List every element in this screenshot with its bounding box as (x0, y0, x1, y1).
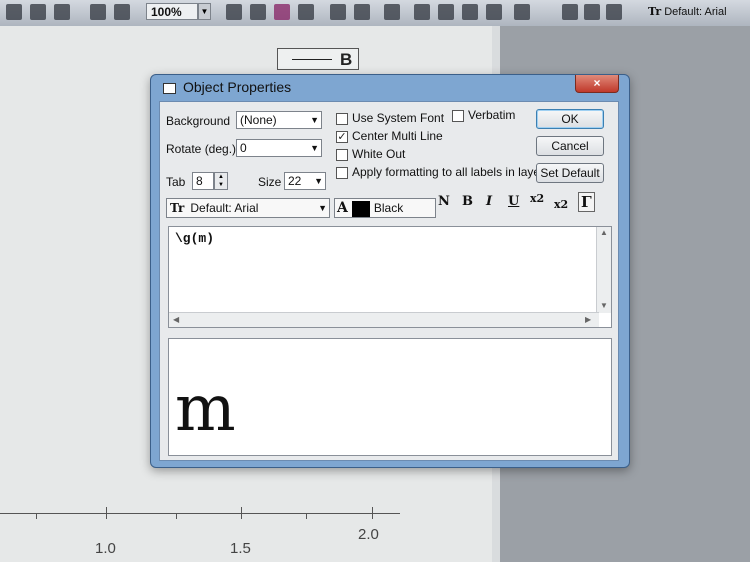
editor-horizontal-scrollbar[interactable]: ◀ ▶ (169, 312, 599, 327)
close-button[interactable]: × (575, 75, 619, 93)
toolbar-graph-icon[interactable] (6, 4, 22, 20)
background-value: (None) (240, 113, 277, 127)
x-minor-tick (176, 513, 177, 519)
center-multi-line-label: Center Multi Line (352, 129, 443, 143)
dialog-title: Object Properties (183, 79, 292, 95)
legend-line-symbol (292, 59, 332, 60)
toolbar-monitor-icon[interactable] (250, 4, 266, 20)
color-swatch (352, 201, 370, 217)
toolbar-gear-icon[interactable] (486, 4, 502, 20)
color-select[interactable]: A Black (334, 198, 436, 218)
x-minor-tick (36, 513, 37, 519)
size-select[interactable]: 22 ▼ (284, 172, 326, 190)
normal-button[interactable]: N (438, 194, 450, 209)
rotate-select[interactable]: 0 ▼ (236, 139, 322, 157)
tab-input[interactable]: 8 (192, 172, 214, 190)
background-select[interactable]: (None) ▼ (236, 111, 322, 129)
greek-button[interactable]: Γ (578, 192, 595, 212)
x-tick-label: 1.5 (230, 540, 251, 557)
toolbar-add-icon[interactable] (514, 4, 530, 20)
x-axis-line[interactable] (0, 513, 400, 514)
italic-button[interactable]: I (486, 194, 492, 209)
tab-label: Tab (166, 175, 186, 189)
x-tick-label: 2.0 (358, 526, 379, 543)
toolbar-image-icon[interactable] (414, 4, 430, 20)
x-major-tick (372, 507, 373, 519)
toolbar-note-icon[interactable] (462, 4, 478, 20)
dialog-body: Background (None) ▼ Rotate (deg.) 0 ▼ Tab … (159, 101, 619, 461)
chevron-down-icon: ▼ (310, 143, 319, 153)
verbatim-checkbox[interactable] (452, 110, 464, 122)
apply-formatting-label: Apply formatting to all labels in layer (352, 165, 545, 179)
underline-button[interactable]: U (508, 194, 519, 209)
toolbar-redraw-icon[interactable] (606, 4, 622, 20)
label-preview: m (168, 338, 612, 456)
toolbar-font-combo[interactable]: Tr Default: Arial (648, 3, 727, 21)
toolbar-worksheet-icon-2[interactable] (54, 4, 70, 20)
editor-vertical-scrollbar[interactable]: ▲ ▼ (596, 227, 611, 313)
toolbar-edit-icon[interactable] (330, 4, 346, 20)
use-system-font-label: Use System Font (352, 111, 445, 125)
toolbar-list-icon[interactable] (354, 4, 370, 20)
toolbar-tree-icon[interactable] (384, 4, 400, 20)
verbatim-label: Verbatim (468, 108, 516, 122)
superscript-button[interactable]: x2 (530, 192, 544, 205)
chevron-down-icon: ▼ (310, 115, 319, 125)
font-color-icon: A (337, 200, 348, 216)
main-toolbar: 100% ▼ Tr Default: Arial (0, 0, 750, 27)
subscript-button[interactable]: x2 (554, 198, 568, 211)
font-select[interactable]: Tr Default: Arial ▼ (166, 198, 330, 218)
toolbar-film-icon[interactable] (298, 4, 314, 20)
bold-button[interactable]: B (462, 194, 473, 209)
size-label: Size (258, 175, 282, 189)
x-minor-tick (306, 513, 307, 519)
toolbar-paste-icon[interactable] (584, 4, 600, 20)
size-value: 22 (288, 174, 302, 188)
rotate-value: 0 (240, 141, 247, 155)
toolbar-worksheet-icon[interactable] (30, 4, 46, 20)
white-out-label: White Out (352, 147, 406, 161)
apply-formatting-checkbox[interactable] (336, 167, 348, 179)
legend[interactable]: B (277, 48, 359, 70)
legend-label: B (340, 50, 353, 69)
window-icon (163, 83, 176, 94)
background-label: Background (166, 114, 231, 128)
font-icon: Tr (170, 201, 185, 215)
set-default-button[interactable]: Set Default (536, 163, 604, 183)
scroll-right-icon[interactable]: ▶ (585, 315, 591, 324)
cancel-button[interactable]: Cancel (536, 136, 604, 156)
scroll-up-icon[interactable]: ▲ (600, 228, 608, 237)
use-system-font-checkbox[interactable] (336, 113, 348, 125)
scroll-left-icon[interactable]: ◀ (173, 315, 179, 324)
x-major-tick (241, 507, 242, 519)
zoom-combo[interactable]: 100% (146, 3, 198, 20)
ok-button[interactable]: OK (536, 109, 604, 129)
font-value: Default: Arial (190, 201, 259, 215)
toolbar-color-icon[interactable] (274, 4, 290, 20)
chevron-down-icon[interactable]: ▼ (198, 3, 211, 20)
chevron-down-icon: ▼ (318, 203, 327, 213)
font-icon: Tr (648, 5, 662, 18)
toolbar-print-icon[interactable] (226, 4, 242, 20)
center-multi-line-checkbox[interactable]: ✓ (336, 131, 348, 143)
toolbar-font-label: Default: Arial (664, 6, 727, 18)
color-value: Black (373, 201, 404, 215)
object-properties-dialog: Object Properties × Background (None) ▼ R… (150, 74, 630, 468)
editor-text: \g(m) (175, 231, 215, 246)
x-tick-label: 1.0 (95, 540, 116, 557)
tab-spinner[interactable]: ▲ ▼ (214, 172, 228, 190)
toolbar-cut-icon[interactable] (562, 4, 578, 20)
label-text-editor[interactable]: \g(m) ▲ ▼ ◀ ▶ (168, 226, 612, 328)
toolbar-copy-icon[interactable] (90, 4, 106, 20)
chevron-down-icon: ▼ (314, 176, 323, 186)
dialog-titlebar[interactable]: Object Properties × (151, 75, 629, 101)
toolbar-run-icon[interactable] (114, 4, 130, 20)
x-major-tick (106, 507, 107, 519)
toolbar-table-icon[interactable] (438, 4, 454, 20)
rotate-label: Rotate (deg.) (166, 142, 237, 156)
preview-text: m (175, 372, 236, 446)
white-out-checkbox[interactable] (336, 149, 348, 161)
scroll-down-icon[interactable]: ▼ (600, 301, 608, 310)
